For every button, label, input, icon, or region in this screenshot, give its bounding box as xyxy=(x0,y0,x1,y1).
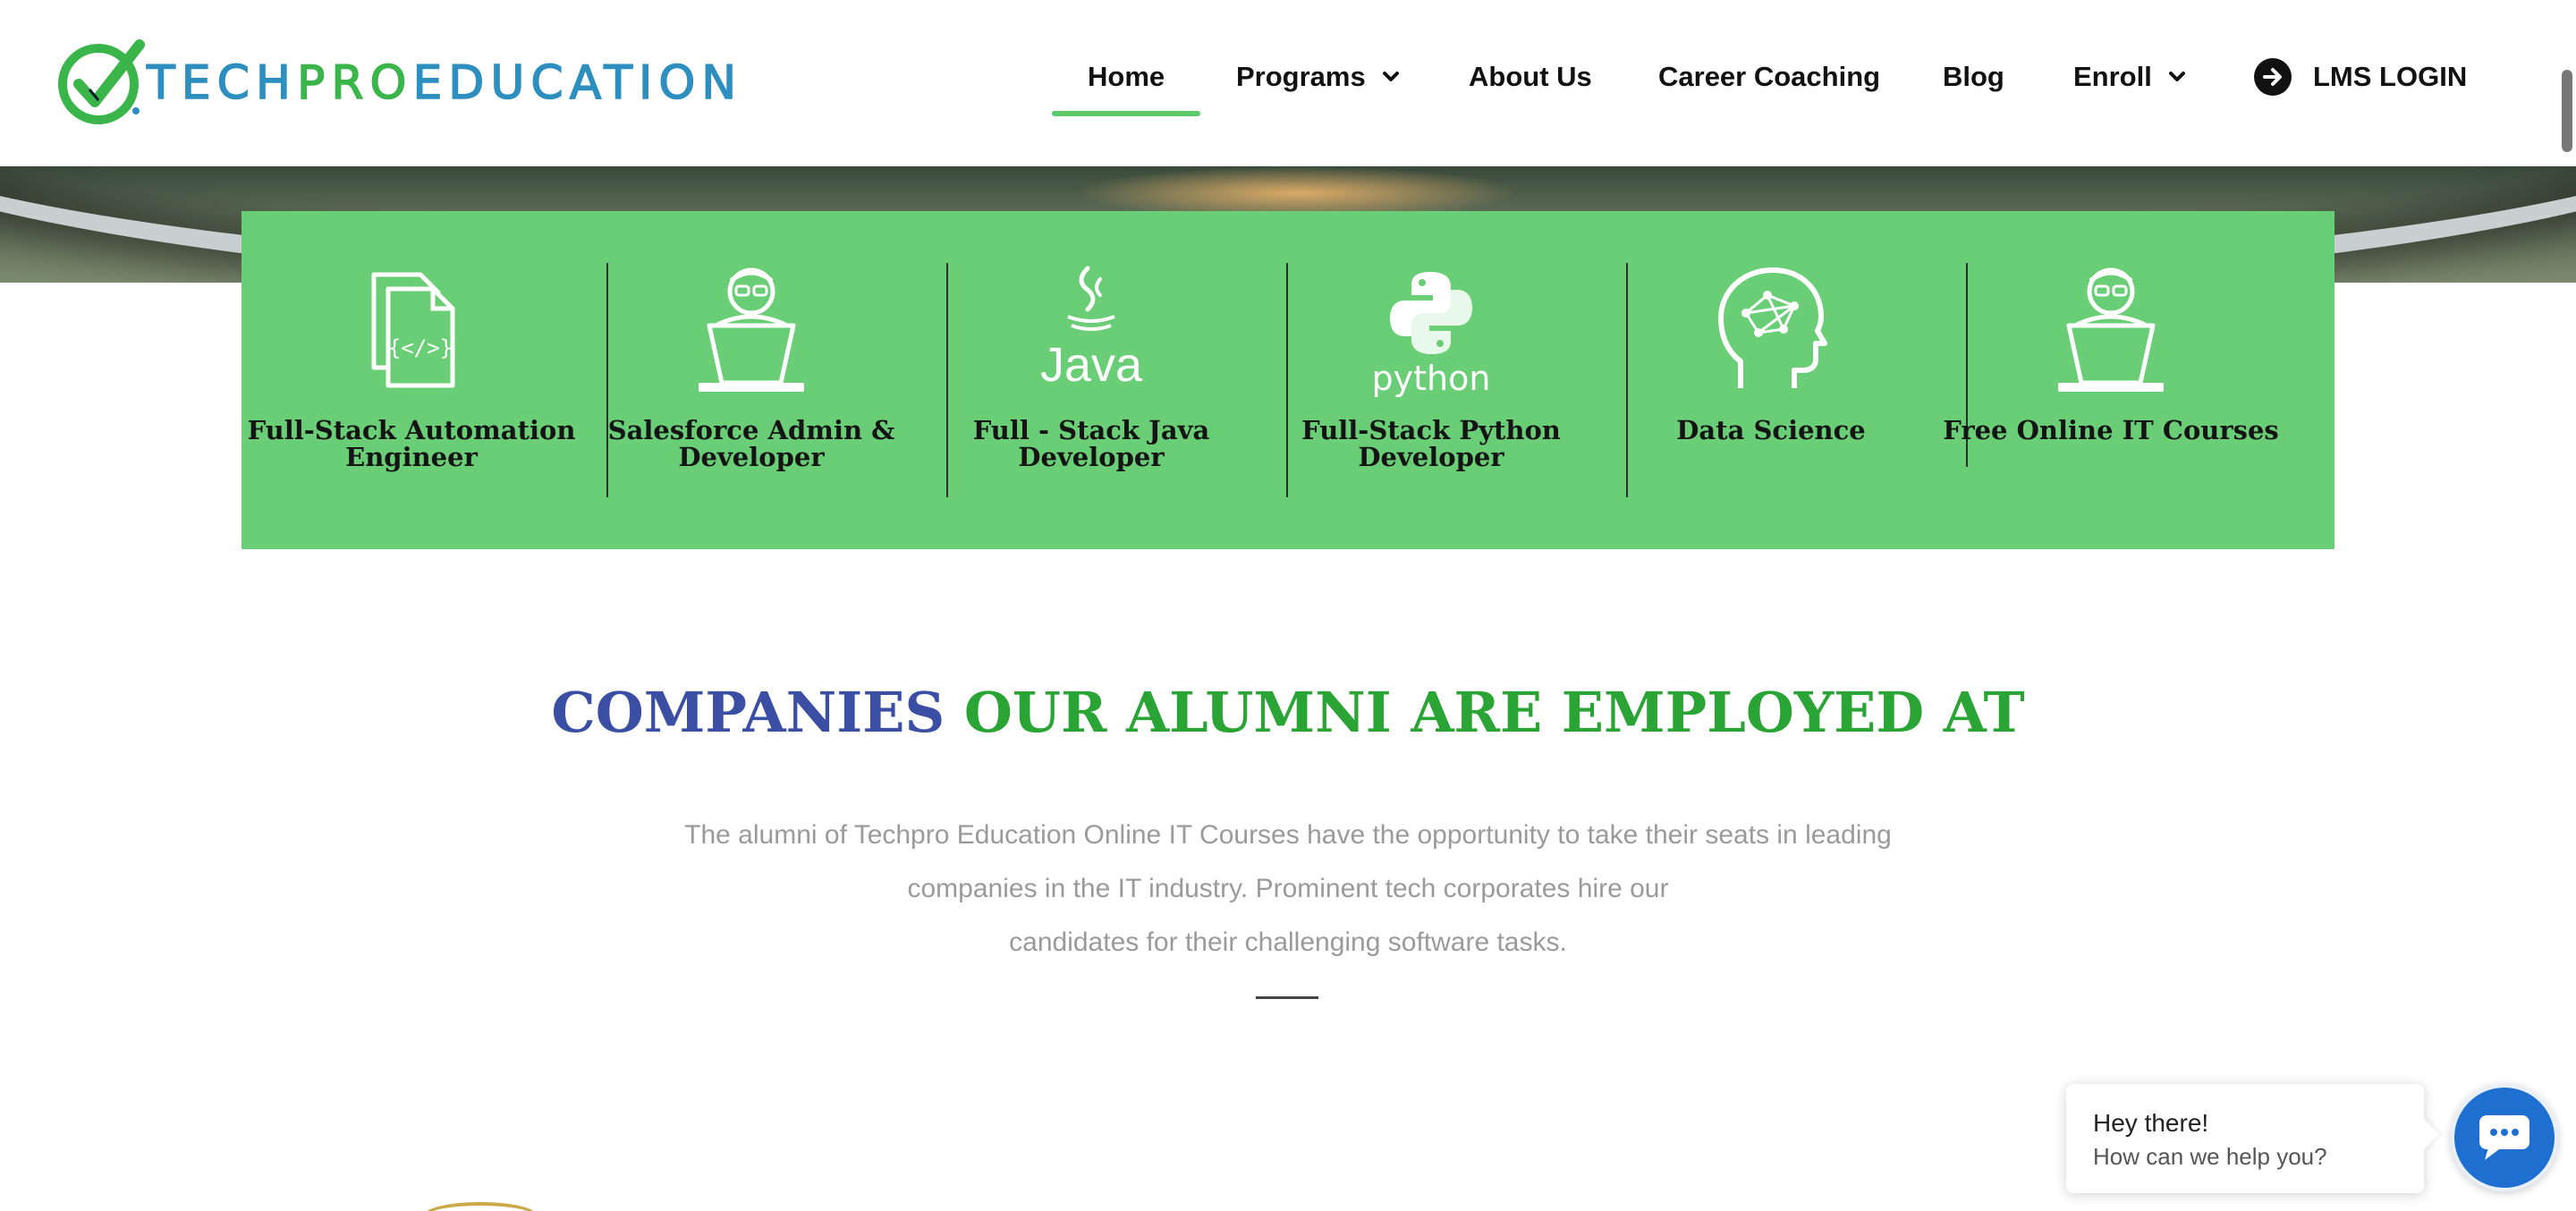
site-header: TECHPROEDUCATION Home Programs About Us … xyxy=(0,0,2576,166)
logo-text-education: EDUCATION xyxy=(412,55,743,111)
nav-lms-login[interactable]: LMS LOGIN xyxy=(2254,55,2467,98)
company-logo-partial xyxy=(424,1202,537,1211)
program-label: Full-Stack Automation Engineer xyxy=(248,417,576,470)
checkmark-logo-icon xyxy=(58,39,145,124)
program-label: Data Science xyxy=(1676,417,1865,444)
program-label: Salesforce Admin & Developer xyxy=(608,417,895,470)
program-label-line1: Salesforce Admin & xyxy=(607,415,895,445)
program-label-line1: Data Science xyxy=(1676,415,1866,445)
nav-about-us[interactable]: About Us xyxy=(1469,55,1592,98)
nav-blog[interactable]: Blog xyxy=(1943,55,2004,98)
code-file-icon: {</>} xyxy=(340,263,483,397)
program-card-salesforce[interactable]: Salesforce Admin & Developer xyxy=(581,263,921,497)
program-label-line2: Engineer xyxy=(345,442,478,472)
program-label-line2: Developer xyxy=(678,442,825,472)
program-label-line2: Developer xyxy=(1018,442,1165,472)
program-label-line1: Free Online IT Courses xyxy=(1943,415,2279,445)
program-card-data-science[interactable]: Data Science xyxy=(1601,263,1941,497)
companies-title-part2: OUR ALUMNI ARE EMPLOYED AT xyxy=(963,680,2025,745)
program-label-line1: Full - Stack Java xyxy=(972,415,1210,445)
chat-greeting: Hey there! xyxy=(2093,1109,2209,1137)
nav-lms-login-label: LMS LOGIN xyxy=(2313,61,2468,92)
chat-open-button[interactable] xyxy=(2451,1084,2558,1191)
companies-text-line1: The alumni of Techpro Education Online I… xyxy=(684,820,1892,850)
svg-text:{</>}: {</>} xyxy=(388,335,453,360)
brain-network-icon xyxy=(1699,263,1843,397)
scrollbar-thumb[interactable] xyxy=(2562,70,2572,152)
arrow-circle-right-icon xyxy=(2254,58,2292,96)
python-logo-icon: python xyxy=(1360,263,1503,397)
program-label-line1: Full-Stack Automation xyxy=(247,415,576,445)
companies-title-part1: COMPANIES xyxy=(551,680,945,745)
java-logo-icon: Java xyxy=(1020,263,1163,397)
nav-enroll[interactable]: Enroll xyxy=(2073,55,2186,98)
program-label: Free Online IT Courses xyxy=(1943,417,2279,444)
companies-text-line2: companies in the IT industry. Prominent … xyxy=(907,874,1669,903)
program-card-free-courses[interactable]: Free Online IT Courses xyxy=(1941,263,2281,497)
nav-programs[interactable]: Programs xyxy=(1236,55,1400,98)
nav-career-coaching[interactable]: Career Coaching xyxy=(1658,55,1880,98)
program-card-python[interactable]: python Full-Stack Python Developer xyxy=(1261,263,1601,497)
logo-text-tech: TECH xyxy=(146,55,298,111)
developer-laptop-icon xyxy=(680,263,823,397)
section-divider-rule xyxy=(1256,996,1318,999)
program-label: Full-Stack Python Developer xyxy=(1301,417,1561,470)
programs-bar: {</>} Full-Stack Automation Engineer Sal… xyxy=(242,211,2334,549)
program-card-automation[interactable]: {</>} Full-Stack Automation Engineer xyxy=(242,263,581,497)
chevron-down-icon xyxy=(1382,72,1399,81)
nav-home[interactable]: Home xyxy=(1088,55,1165,98)
logo-text-pro: PRO xyxy=(296,55,413,111)
companies-text-line3: candidates for their challenging softwar… xyxy=(1009,927,1567,957)
program-label: Full - Stack Java Developer xyxy=(973,417,1210,470)
svg-text:python: python xyxy=(1372,359,1491,397)
logo-wordmark: TECHPROEDUCATION xyxy=(146,55,743,111)
nav-active-indicator xyxy=(1052,111,1200,116)
nav-programs-label: Programs xyxy=(1236,61,1366,92)
companies-section-title: COMPANIES OUR ALUMNI ARE EMPLOYED AT xyxy=(0,680,2576,745)
site-logo[interactable]: TECHPROEDUCATION xyxy=(54,34,742,132)
developer-laptop-icon xyxy=(2039,263,2182,397)
svg-text:Java: Java xyxy=(1040,338,1143,392)
chevron-down-icon xyxy=(2168,72,2185,81)
nav-home-label: Home xyxy=(1088,61,1165,92)
companies-description: The alumni of Techpro Education Online I… xyxy=(662,809,1914,970)
nav-blog-label: Blog xyxy=(1943,61,2004,92)
program-label-line2: Developer xyxy=(1358,442,1504,472)
chat-greeting-bubble[interactable]: Hey there! How can we help you? xyxy=(2066,1084,2424,1193)
chat-icon xyxy=(2479,1115,2529,1160)
nav-enroll-label: Enroll xyxy=(2073,61,2152,92)
program-label-line1: Full-Stack Python xyxy=(1301,415,1561,445)
page-scrollbar[interactable] xyxy=(2556,0,2576,1211)
nav-about-us-label: About Us xyxy=(1469,61,1592,92)
nav-career-coaching-label: Career Coaching xyxy=(1658,61,1881,92)
program-card-java[interactable]: Java Full - Stack Java Developer xyxy=(921,263,1261,497)
chat-prompt: How can we help you? xyxy=(2093,1143,2327,1170)
